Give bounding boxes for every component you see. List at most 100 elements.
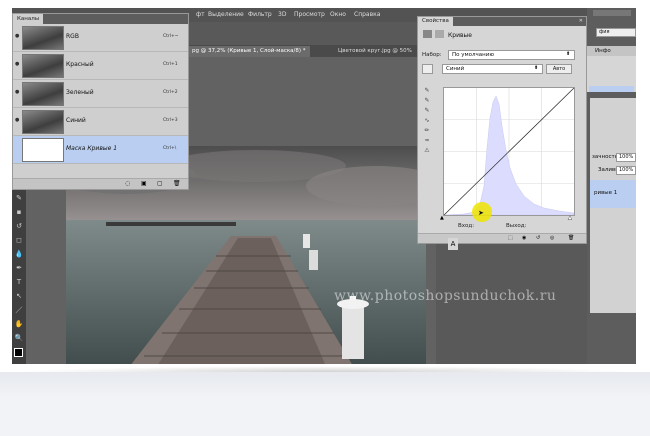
- brush-icon[interactable]: ✎: [14, 194, 24, 203]
- channel-name: RGB: [66, 33, 79, 40]
- clipping-icon[interactable]: ⚠: [422, 147, 432, 157]
- eye-icon[interactable]: ●: [15, 90, 20, 95]
- smooth-icon[interactable]: ≈: [422, 137, 432, 147]
- eraser-icon[interactable]: ◻: [14, 236, 24, 245]
- watermark: www.photoshopsunduchok.ru: [334, 288, 557, 304]
- channel-row[interactable]: ● Зеленый Ctrl+2: [13, 80, 188, 108]
- clip-to-layer-icon[interactable]: ⬚: [508, 235, 513, 241]
- eye-icon[interactable]: ●: [15, 34, 20, 39]
- view-previous-icon[interactable]: ◉: [522, 235, 526, 241]
- auto-button[interactable]: Авто: [546, 64, 572, 74]
- tab-document-color-wheel[interactable]: Цветовой круг.jpg @ 50%: [334, 46, 416, 57]
- menu-item-view[interactable]: Просмотр: [294, 11, 325, 18]
- zoom-icon[interactable]: 🔍: [14, 334, 24, 343]
- stamp-icon[interactable]: ▪: [14, 208, 24, 217]
- eyedropper-black-icon[interactable]: ✎: [422, 87, 432, 97]
- chevron-down-icon: ⬍: [566, 51, 571, 57]
- channel-select[interactable]: Синий: [442, 64, 543, 74]
- visibility-icon[interactable]: ◎: [550, 235, 554, 241]
- channel-thumbnail: [22, 110, 64, 134]
- channel-name: Красный: [66, 61, 94, 68]
- tab-document-active[interactable]: pg @ 37,2% (Кривые 1, Слой-маска/8) *: [188, 46, 310, 57]
- mouse-pointer-icon: ➤: [478, 209, 484, 217]
- window-controls: [593, 10, 631, 16]
- type-icon[interactable]: T: [14, 278, 24, 287]
- tab-properties[interactable]: Свойства: [418, 17, 453, 26]
- eyedropper-gray-icon[interactable]: ✎: [422, 97, 432, 107]
- channel-shortcut: Ctrl+3: [163, 118, 178, 123]
- channel-shortcut: Ctrl+1: [163, 62, 178, 67]
- tab-channels[interactable]: Каналы: [13, 14, 44, 24]
- channel-name: Зеленый: [66, 89, 94, 96]
- channel-row[interactable]: ● Красный Ctrl+1: [13, 52, 188, 80]
- channels-panel-footer: ◌ ▣ ▢ 🗑: [13, 178, 188, 189]
- curve-edit-icon[interactable]: ∿: [422, 117, 432, 127]
- curves-graph-drawing: [443, 87, 575, 216]
- close-icon[interactable]: ✕: [579, 18, 583, 24]
- menu-item-partial[interactable]: фт: [196, 11, 205, 18]
- menu-item-select[interactable]: Выделение: [208, 11, 244, 18]
- curves-graph[interactable]: [443, 87, 575, 216]
- black-point-slider-icon[interactable]: ▲: [440, 215, 444, 221]
- menu-item-filter[interactable]: Фильтр: [248, 11, 272, 18]
- chevron-down-icon: ⬍: [534, 65, 539, 71]
- channel-shortcut: Ctrl+2: [163, 90, 178, 95]
- load-selection-icon[interactable]: ◌: [125, 180, 130, 187]
- menu-item-help[interactable]: Справка: [354, 11, 380, 18]
- curve-tools: ✎ ✎ ✎ ∿ ✏ ≈ ⚠: [422, 87, 432, 157]
- history-brush-icon[interactable]: ↺: [14, 222, 24, 231]
- channels-panel-header: Каналы: [13, 14, 188, 24]
- tab-info[interactable]: Инфо: [595, 48, 611, 54]
- white-point-slider-icon[interactable]: ▲: [568, 215, 572, 221]
- channel-name: Синий: [66, 117, 86, 124]
- photoshop-window: фт Выделение Фильтр 3D Просмотр Окно Спр…: [12, 8, 636, 364]
- preset-select[interactable]: По умолчанию: [448, 50, 575, 60]
- channel-shortcut: Ctrl+\: [163, 146, 177, 151]
- save-selection-icon[interactable]: ▣: [141, 180, 147, 187]
- tools-panel: ✎ ▪ ↺ ◻ 💧 ✒ T ↖ ／ ✋ 🔍: [12, 188, 26, 364]
- properties-panel-header: Свойства ✕: [418, 17, 586, 26]
- channel-name: Маска Кривые 1: [66, 145, 118, 152]
- opacity-input[interactable]: 100%: [616, 153, 636, 162]
- channels-panel: Каналы ● RGB Ctrl+~ ● Красный Ctrl+1 ● З…: [12, 13, 189, 190]
- path-select-icon[interactable]: ↖: [14, 292, 24, 301]
- info-highlight: [589, 86, 634, 92]
- pencil-icon[interactable]: ✏: [422, 127, 432, 137]
- info-panel-body: [587, 56, 636, 92]
- layers-panel: зачность: 100% Заливка: 100% ривые 1: [590, 98, 636, 313]
- line-icon[interactable]: ／: [14, 306, 24, 315]
- output-label: Выход:: [506, 223, 527, 229]
- input-label: Вход:: [458, 223, 475, 229]
- mask-thumbnail: [22, 138, 64, 162]
- hand-icon[interactable]: ✋: [14, 320, 24, 329]
- eye-icon[interactable]: ●: [15, 118, 20, 123]
- menu-item-3d[interactable]: 3D: [278, 11, 286, 18]
- blur-icon[interactable]: 💧: [14, 250, 24, 259]
- page-background: [0, 372, 650, 436]
- properties-panel: Свойства ✕ Кривые Набор: По умолчанию ⬍ …: [417, 16, 587, 244]
- properties-panel-footer: ⬚ ◉ ↺ ◎ 🗑: [418, 233, 586, 243]
- eyedropper-white-icon[interactable]: ✎: [422, 107, 432, 117]
- reset-icon[interactable]: ↺: [536, 235, 540, 241]
- foreground-color-swatch[interactable]: [14, 348, 23, 357]
- curves-adjustment-icon: [423, 30, 432, 38]
- workspace-field[interactable]: фия: [596, 28, 636, 37]
- fill-input[interactable]: 100%: [616, 166, 636, 175]
- channel-row[interactable]: ● Синий Ctrl+3: [13, 108, 188, 136]
- channel-row[interactable]: ● RGB Ctrl+~: [13, 24, 188, 52]
- pen-icon[interactable]: ✒: [14, 264, 24, 273]
- new-channel-icon[interactable]: ▢: [157, 180, 163, 187]
- preset-label: Набор:: [422, 52, 442, 58]
- eye-icon[interactable]: ●: [15, 62, 20, 67]
- mask-icon[interactable]: [435, 30, 444, 38]
- layer-row-selected[interactable]: ривые 1: [590, 180, 636, 208]
- trash-icon[interactable]: 🗑: [568, 235, 574, 241]
- channel-row-selected[interactable]: Маска Кривые 1 Ctrl+\: [13, 136, 188, 164]
- adjustment-title: Кривые: [448, 32, 472, 39]
- on-image-adjust-icon[interactable]: [422, 64, 433, 74]
- character-panel-icon[interactable]: A: [448, 238, 458, 250]
- trash-icon[interactable]: 🗑: [173, 180, 181, 187]
- menu-item-window[interactable]: Окно: [330, 11, 346, 18]
- layer-name: ривые 1: [594, 190, 618, 196]
- channel-shortcut: Ctrl+~: [163, 34, 179, 39]
